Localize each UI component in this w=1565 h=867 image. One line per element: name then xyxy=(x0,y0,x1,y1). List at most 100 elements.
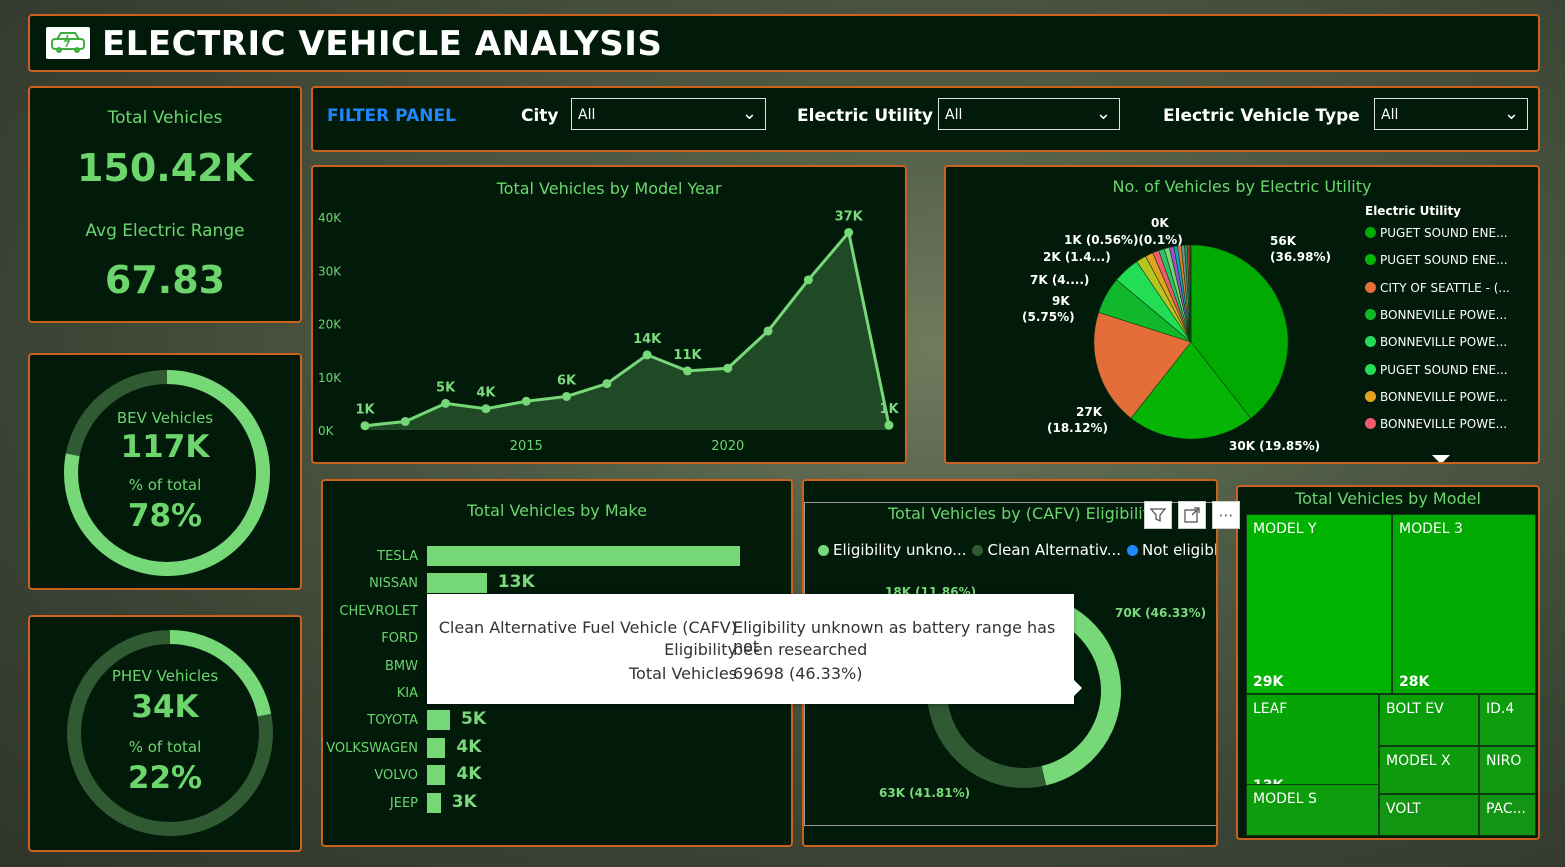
treemap-value: 28K xyxy=(1399,674,1430,690)
legend-label: BONNEVILLE POWE... xyxy=(1380,417,1508,432)
bar[interactable] xyxy=(427,737,446,758)
bar-category-label: FORD xyxy=(381,631,418,647)
bev-pct-label: % of total xyxy=(128,476,202,494)
legend-item[interactable]: BONNEVILLE POWE... xyxy=(1365,390,1507,404)
treemap-value: 29K xyxy=(1253,674,1284,690)
treemap-tile[interactable]: VOLT xyxy=(1379,794,1479,836)
treemap-label: MODEL X xyxy=(1386,753,1451,769)
treemap-label: LEAF xyxy=(1253,701,1288,717)
phev-value: 34K xyxy=(131,689,199,725)
y-tick-label: 30K xyxy=(318,264,342,278)
bar-category-label: TOYOTA xyxy=(367,713,418,729)
bar-value-label: 4K xyxy=(456,736,482,757)
legend-item[interactable]: PUGET SOUND ENE... xyxy=(1365,226,1508,240)
bar-value-label: 3K xyxy=(451,791,477,812)
legend-item[interactable]: BONNEVILLE POWE... xyxy=(1365,335,1507,349)
more-options-icon[interactable]: ⋯ xyxy=(1212,501,1240,529)
filter-icon[interactable] xyxy=(1144,501,1172,529)
data-point xyxy=(481,404,491,414)
legend-label: BONNEVILLE POWE... xyxy=(1380,335,1508,350)
filter-panel: FILTER PANEL City All ⌄ Electric Utility… xyxy=(311,86,1540,152)
utility-chart[interactable]: No. of Vehicles by Electric Utility 56K(… xyxy=(944,165,1540,464)
treemap-label: VOLT xyxy=(1386,801,1421,817)
y-tick-label: 10K xyxy=(318,371,342,385)
utility-filter-label: Electric Utility xyxy=(797,106,933,126)
legend-item[interactable]: BONNEVILLE POWE... xyxy=(1365,308,1507,322)
treemap-tile[interactable]: MODEL 3 28K xyxy=(1392,514,1536,694)
bar-category-label: CHEVROLET xyxy=(339,603,418,619)
utility-pie: 56K (36.98%) 30K (19.85%) 27K (18.12%) 9K (5.7… xyxy=(1022,216,1331,453)
data-label: 27K xyxy=(1076,405,1103,419)
legend-item[interactable]: PUGET SOUND ENE... xyxy=(1365,363,1508,377)
data-point xyxy=(763,326,773,336)
data-label: 7K (4....) xyxy=(1030,273,1089,287)
legend-label: PUGET SOUND ENE... xyxy=(1380,253,1508,268)
treemap-tile[interactable]: MODEL X xyxy=(1379,746,1479,794)
legend-dot xyxy=(1365,390,1376,402)
legend-item[interactable]: PUGET SOUND ENE... xyxy=(1365,253,1508,267)
phev-pct-value: 22% xyxy=(127,760,203,796)
data-label: 9K xyxy=(1052,294,1070,308)
ev-type-dropdown[interactable]: All ⌄ xyxy=(1374,98,1528,130)
treemap-tile[interactable]: PAC... xyxy=(1479,794,1536,836)
treemap-tile[interactable]: MODEL Y 29K xyxy=(1246,514,1392,694)
x-tick-label: 2015 xyxy=(510,439,543,454)
bar[interactable] xyxy=(427,546,740,566)
data-label: (5.75%) xyxy=(1022,310,1075,324)
tooltip: Clean Alternative Fuel Vehicle (CAFV) El… xyxy=(427,594,1082,704)
data-label: 1K xyxy=(355,403,375,418)
title-bar: ELECTRIC VEHICLE ANALYSIS xyxy=(28,14,1540,72)
data-label: 14K xyxy=(633,332,662,347)
legend-scroll-down-icon[interactable] xyxy=(1432,455,1450,462)
utility-dropdown[interactable]: All ⌄ xyxy=(938,98,1120,130)
data-label: 37K xyxy=(835,209,864,224)
treemap-tile[interactable]: MODEL S xyxy=(1246,784,1379,836)
data-label: 4K xyxy=(476,386,496,401)
chevron-down-icon: ⌄ xyxy=(1095,103,1111,124)
bar[interactable] xyxy=(427,765,446,786)
legend-item[interactable]: BONNEVILLE POWE... xyxy=(1365,417,1507,431)
city-dropdown[interactable]: All ⌄ xyxy=(571,98,766,130)
bar[interactable] xyxy=(427,710,450,731)
treemap-tile[interactable]: NIRO xyxy=(1479,746,1536,794)
bev-value: 117K xyxy=(120,429,210,465)
data-label: 56K xyxy=(1270,234,1297,248)
bar-value-label: 4K xyxy=(456,764,482,785)
model-chart[interactable]: Total Vehicles by Model MODEL Y 29K MODEL … xyxy=(1236,485,1540,840)
phev-card: PHEV Vehicles 34K % of total 22% xyxy=(28,615,302,852)
bev-card: BEV Vehicles 117K % of total 78% xyxy=(28,353,302,590)
treemap-tile[interactable]: BOLT EV xyxy=(1379,694,1479,746)
tooltip-key-1b: Eligibility xyxy=(664,640,737,659)
treemap-tile[interactable]: ID.4 xyxy=(1479,694,1536,746)
data-label: 5K xyxy=(436,380,456,395)
bar[interactable] xyxy=(427,792,441,813)
phev-label: PHEV Vehicles xyxy=(111,667,219,685)
data-point xyxy=(723,363,733,373)
bar-category-label: BMW xyxy=(385,658,418,674)
model-year-chart[interactable]: Total Vehicles by Model Year 0K 10K 20K 30K… xyxy=(311,165,907,464)
bar-category-label: KIA xyxy=(396,686,418,701)
page-title: ELECTRIC VEHICLE ANALYSIS xyxy=(102,24,663,64)
data-point xyxy=(682,366,692,376)
bar[interactable] xyxy=(427,573,487,594)
model-treemap: MODEL Y 29K MODEL 3 28K LEAF13K BOLT EV ID.4 MO… xyxy=(1238,487,1538,838)
y-tick-label: 0K xyxy=(318,424,335,438)
legend-dot xyxy=(1365,227,1376,238)
tooltip-pointer xyxy=(1074,680,1082,696)
tooltip-value-2: 69698 (46.33%) xyxy=(733,664,863,683)
treemap-label: MODEL Y xyxy=(1253,521,1317,537)
y-tick-label: 20K xyxy=(318,318,342,332)
avg-range-label: Avg Electric Range xyxy=(85,221,245,241)
focus-mode-icon[interactable] xyxy=(1178,501,1206,529)
tooltip-key-1: Clean Alternative Fuel Vehicle (CAFV) xyxy=(438,618,737,637)
treemap-tile[interactable]: LEAF13K xyxy=(1246,694,1379,798)
treemap-label: PAC... xyxy=(1486,801,1527,817)
data-label: 2K (1.4...) xyxy=(1043,250,1111,264)
bar-value-label: 5K xyxy=(461,709,487,730)
legend-dot xyxy=(1365,363,1376,375)
treemap-label: NIRO xyxy=(1486,753,1522,769)
total-vehicles-label: Total Vehicles xyxy=(107,108,223,128)
legend-dot xyxy=(1365,281,1376,293)
legend-label: PUGET SOUND ENE... xyxy=(1380,362,1508,377)
legend-item[interactable]: CITY OF SEATTLE - (... xyxy=(1365,281,1510,295)
